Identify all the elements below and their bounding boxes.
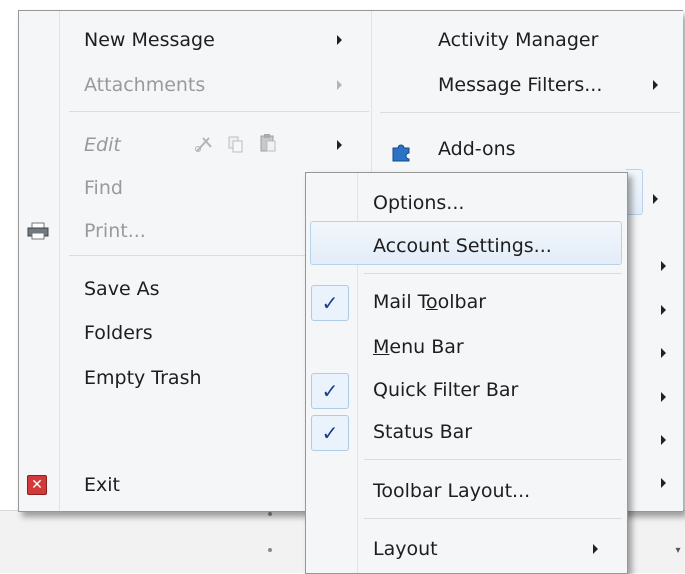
menu-item-label: Account Settings...	[373, 235, 552, 257]
check-icon: ✓	[311, 415, 349, 451]
submenu-arrow-icon	[337, 80, 342, 90]
menu-item-label: Layout	[373, 538, 438, 560]
menu-item-label: Toolbar Layout...	[373, 480, 531, 502]
submenu-arrow-icon	[337, 140, 342, 150]
menu-item-attachments[interactable]: Attachments	[84, 73, 205, 97]
menu-item-label: Message Filters...	[438, 74, 603, 96]
submenu-arrow-icon	[593, 544, 598, 554]
menu-item-label: Quick Filter Bar	[373, 379, 519, 401]
submenu-item-quick-filter-bar[interactable]: Quick Filter Bar	[373, 378, 518, 402]
menu-item-label: Status Bar	[373, 421, 473, 443]
background-dot	[268, 548, 272, 552]
submenu-arrow-icon	[661, 478, 666, 488]
menu-item-label: Mail T	[373, 291, 427, 313]
addons-puzzle-icon	[392, 144, 410, 162]
submenu-arrow-icon	[661, 261, 666, 271]
menu-item-new-message[interactable]: New Message	[84, 28, 215, 52]
menu-separator	[364, 518, 622, 519]
submenu-item-status-bar[interactable]: Status Bar	[373, 420, 472, 444]
menu-separator	[69, 111, 369, 112]
background-dot	[268, 512, 272, 516]
menu-item-folders[interactable]: Folders	[84, 321, 153, 345]
options-submenu: Options... Account Settings... ✓ Mail To…	[305, 172, 628, 574]
submenu-item-layout[interactable]: Layout	[373, 537, 438, 561]
menu-item-label: Empty Trash	[84, 367, 202, 389]
menu-item-activity-manager[interactable]: Activity Manager	[438, 28, 598, 52]
submenu-item-account-settings[interactable]: Account Settings...	[373, 234, 552, 258]
paste-icon[interactable]	[259, 133, 277, 153]
options-row-highlight	[626, 169, 643, 215]
menu-item-label-rest: olbar	[437, 291, 487, 313]
submenu-arrow-icon	[653, 80, 658, 90]
submenu-item-menu-bar[interactable]: Menu Bar	[373, 335, 464, 359]
printer-icon	[27, 222, 49, 240]
menu-separator	[364, 459, 622, 460]
menu-item-exit[interactable]: Exit	[84, 473, 120, 497]
check-icon: ✓	[311, 373, 349, 409]
menu-item-label: Attachments	[84, 74, 206, 96]
accesskey-letter: o	[426, 291, 438, 313]
menu-item-label-rest: enu Bar	[389, 336, 464, 358]
menu-gutter	[59, 11, 60, 511]
menu-item-label: Print...	[84, 220, 146, 242]
cut-icon[interactable]	[195, 135, 213, 153]
menu-item-label: Save As	[84, 278, 160, 300]
submenu-item-options[interactable]: Options...	[373, 191, 464, 215]
menu-item-empty-trash[interactable]: Empty Trash	[84, 366, 202, 390]
menu-item-label: Exit	[84, 474, 120, 496]
menu-item-label: Activity Manager	[438, 29, 599, 51]
accesskey-letter: M	[373, 336, 390, 358]
submenu-arrow-icon	[661, 392, 666, 402]
menu-item-label: Options...	[373, 192, 465, 214]
submenu-arrow-icon	[661, 305, 666, 315]
menu-separator	[380, 112, 680, 113]
submenu-item-toolbar-layout[interactable]: Toolbar Layout...	[373, 479, 530, 503]
menu-item-find[interactable]: Find	[84, 176, 123, 200]
submenu-item-mail-toolbar[interactable]: Mail Toolbar	[373, 290, 486, 314]
submenu-arrow-icon	[661, 435, 666, 445]
copy-icon[interactable]	[227, 135, 245, 153]
menu-item-label: Add-ons	[438, 138, 516, 160]
menu-item-label: Edit	[84, 134, 121, 156]
menu-item-label: New Message	[84, 29, 215, 51]
check-icon: ✓	[311, 285, 349, 321]
submenu-arrow-icon	[661, 348, 666, 358]
submenu-arrow-icon	[653, 194, 658, 204]
menu-item-addons[interactable]: Add-ons	[438, 137, 516, 161]
menu-item-edit[interactable]: Edit	[84, 133, 121, 157]
menu-item-label: Find	[84, 177, 123, 199]
menu-item-save-as[interactable]: Save As	[84, 277, 160, 301]
menu-item-message-filters[interactable]: Message Filters...	[438, 73, 602, 97]
menu-item-print[interactable]: Print...	[84, 219, 146, 243]
exit-icon: ✕	[27, 475, 47, 495]
menu-item-label: Folders	[84, 322, 153, 344]
submenu-arrow-icon	[337, 35, 342, 45]
scroll-down-icon[interactable]: ▾	[673, 545, 683, 556]
menu-separator	[364, 273, 622, 274]
